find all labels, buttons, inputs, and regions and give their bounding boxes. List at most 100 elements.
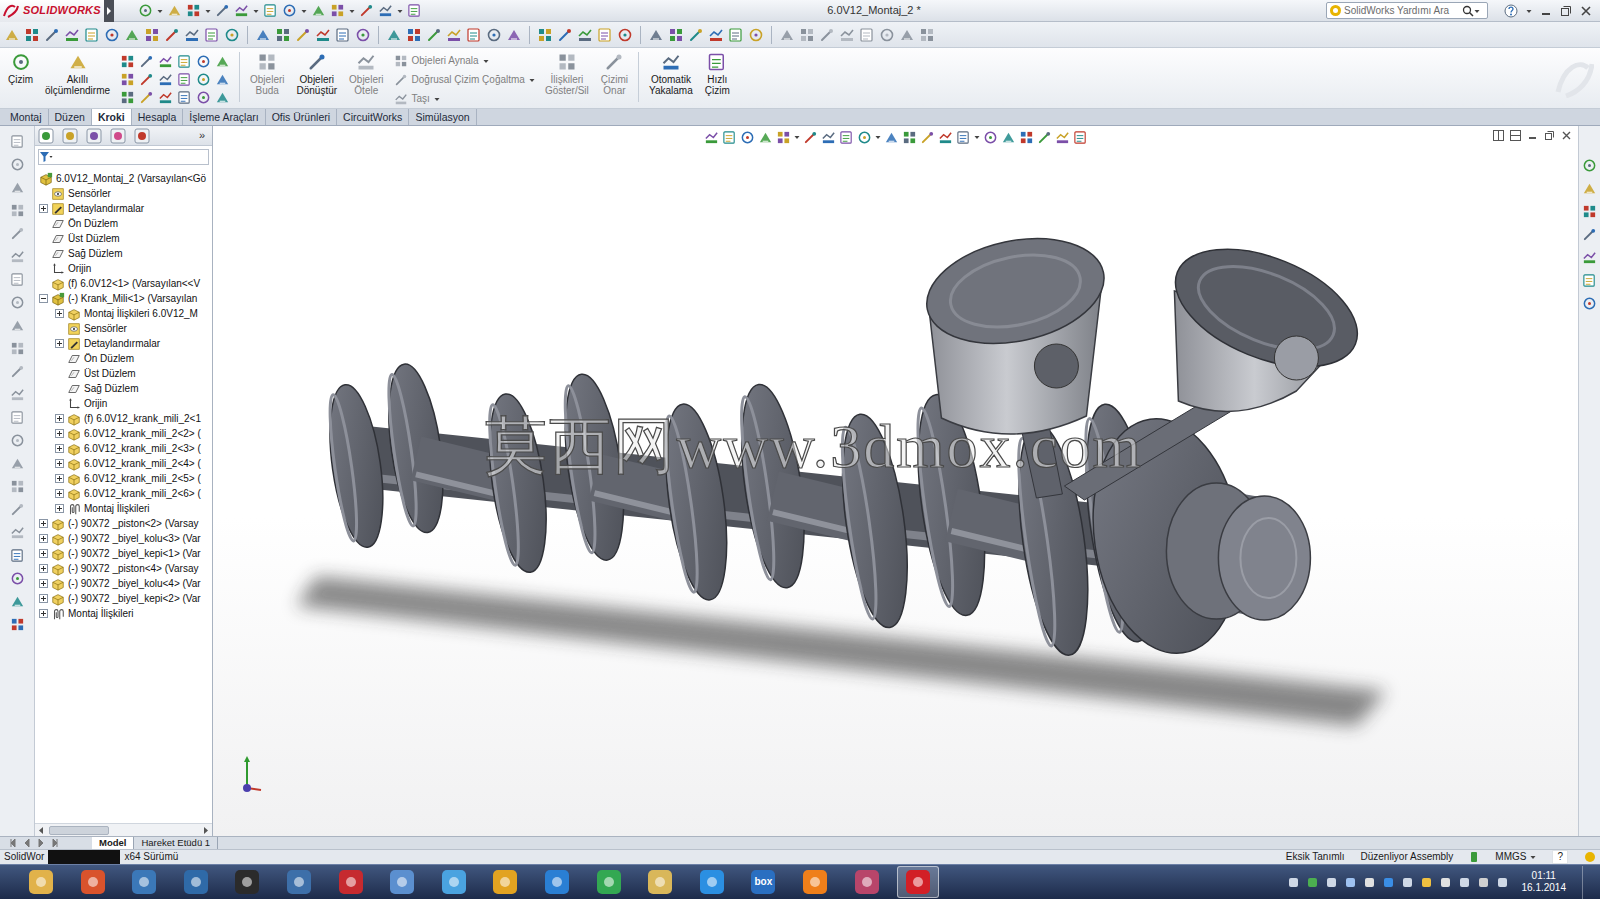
tool-icon[interactable] (84, 27, 100, 43)
tree-item[interactable]: (-) 90X72 _biyel_kolu<3> (Var (35, 531, 212, 546)
tool-icon[interactable] (821, 130, 836, 145)
command-button[interactable]: Doğrusal Çizim Çoğaltma (394, 72, 535, 88)
tree-item[interactable]: Montaj İlişkileri 6.0V12_M (35, 306, 212, 321)
tool-icon[interactable] (1073, 130, 1088, 145)
command-button[interactable]: Objeleri Buda (248, 52, 286, 96)
tree-item[interactable]: (-) 90X72 _biyel_kepi<2> (Var (35, 591, 212, 606)
tray-icon[interactable] (1288, 877, 1299, 888)
tool-icon[interactable] (537, 27, 553, 43)
tray-icon[interactable] (1402, 877, 1413, 888)
tray-icon[interactable] (1421, 877, 1432, 888)
tree-item[interactable]: (-) 90X72 _biyel_kepi<1> (Var (35, 546, 212, 561)
tool-icon[interactable] (10, 272, 25, 287)
restore-icon[interactable] (1544, 130, 1555, 141)
tool-icon[interactable] (10, 134, 25, 149)
command-button[interactable]: Taşı (394, 91, 535, 107)
tool-icon[interactable] (446, 27, 462, 43)
expander-icon[interactable] (39, 204, 48, 213)
tool-icon[interactable] (204, 27, 220, 43)
expander-icon[interactable] (39, 609, 48, 618)
tool-icon[interactable] (196, 90, 211, 105)
tool-icon[interactable] (819, 27, 835, 43)
tool-icon[interactable] (356, 52, 376, 72)
tool-icon[interactable] (104, 27, 120, 43)
taskbar-app[interactable] (846, 866, 888, 898)
command-button[interactable]: Objeleri Ötele (347, 52, 385, 96)
command-tab[interactable]: Hesapla (132, 109, 184, 125)
tool-icon[interactable] (330, 3, 345, 18)
tool-icon[interactable] (386, 27, 402, 43)
tool-icon[interactable] (10, 387, 25, 402)
taskbar-app[interactable] (639, 866, 681, 898)
tool-icon[interactable] (1582, 227, 1597, 242)
taskbar-app[interactable] (588, 866, 630, 898)
tool-icon[interactable] (1582, 250, 1597, 265)
tool-icon[interactable] (10, 249, 25, 264)
tool-icon[interactable] (486, 27, 502, 43)
tool-icon[interactable] (648, 27, 664, 43)
tool-icon[interactable] (506, 27, 522, 43)
tool-icon[interactable] (282, 3, 297, 18)
tree-item[interactable]: 6.0V12_krank_mili_2<2> ( (35, 426, 212, 441)
tray-icon[interactable] (1383, 877, 1394, 888)
scroll-left-icon[interactable] (37, 826, 45, 835)
tree-item[interactable]: Ön Düzlem (35, 216, 212, 231)
dropdown-caret-icon[interactable] (794, 129, 800, 145)
command-button[interactable]: Akıllı ölçümlendirme (43, 52, 112, 96)
model-tab[interactable]: Model (92, 837, 134, 849)
tool-icon[interactable] (68, 52, 88, 72)
panel-tab-icon[interactable] (62, 128, 78, 144)
tool-icon[interactable] (597, 27, 613, 43)
crankshaft-model[interactable] (213, 126, 1578, 836)
expander-icon[interactable] (39, 564, 48, 573)
tree-item[interactable]: (-) 90X72 _piston<4> (Varsay (35, 561, 212, 576)
expander-icon[interactable] (55, 429, 64, 438)
tool-icon[interactable] (307, 52, 327, 72)
command-button[interactable]: Çizim (6, 52, 35, 85)
restore-icon[interactable] (1560, 5, 1572, 17)
expander-icon[interactable] (39, 519, 48, 528)
model-tab[interactable]: Hareket Etüdü 1 (134, 837, 218, 849)
tab-nav-icon[interactable] (50, 838, 60, 848)
tray-icon[interactable] (1364, 877, 1375, 888)
command-tab[interactable]: Montaj (4, 109, 49, 125)
command-tab[interactable]: Simülasyon (409, 109, 476, 125)
tool-icon[interactable] (394, 73, 408, 87)
expander-icon[interactable] (39, 534, 48, 543)
tool-icon[interactable] (215, 72, 230, 87)
tool-icon[interactable] (215, 54, 230, 69)
clock[interactable]: 01:1116.1.2014 (1522, 870, 1567, 894)
tool-icon[interactable] (779, 27, 795, 43)
taskbar-app[interactable] (20, 866, 62, 898)
tool-icon[interactable] (120, 72, 135, 87)
expander-icon[interactable] (39, 549, 48, 558)
expander-icon[interactable] (55, 504, 64, 513)
tool-icon[interactable] (1037, 130, 1052, 145)
tool-icon[interactable] (707, 52, 727, 72)
tool-icon[interactable] (10, 364, 25, 379)
units-label[interactable]: MMGS (1495, 851, 1526, 863)
tree-item[interactable]: Ön Düzlem (35, 351, 212, 366)
tree-item[interactable]: (-) 90X72 _piston<2> (Varsay (35, 516, 212, 531)
tool-icon[interactable] (355, 27, 371, 43)
tool-icon[interactable] (1582, 296, 1597, 311)
tree-item[interactable]: 6.0V12_krank_mili_2<3> ( (35, 441, 212, 456)
tray-icon[interactable] (1497, 877, 1508, 888)
split-view-icon[interactable] (1493, 130, 1504, 141)
tool-icon[interactable] (10, 341, 25, 356)
tool-icon[interactable] (4, 27, 20, 43)
tool-icon[interactable] (1055, 130, 1070, 145)
tool-icon[interactable] (902, 130, 917, 145)
tree-item[interactable]: 6.0V12_krank_mili_2<6> ( (35, 486, 212, 501)
tool-icon[interactable] (11, 52, 31, 72)
tool-icon[interactable] (263, 3, 278, 18)
command-button[interactable]: Objeleri Dönüştür (295, 52, 340, 96)
dropdown-caret-icon[interactable] (1526, 3, 1532, 19)
tool-icon[interactable] (124, 27, 140, 43)
command-button[interactable]: Hızlı Çizim (703, 52, 732, 96)
tool-icon[interactable] (158, 54, 173, 69)
close-icon[interactable] (1561, 130, 1572, 141)
tab-nav-icon[interactable] (8, 838, 18, 848)
tool-icon[interactable] (215, 3, 230, 18)
tool-icon[interactable] (139, 90, 154, 105)
